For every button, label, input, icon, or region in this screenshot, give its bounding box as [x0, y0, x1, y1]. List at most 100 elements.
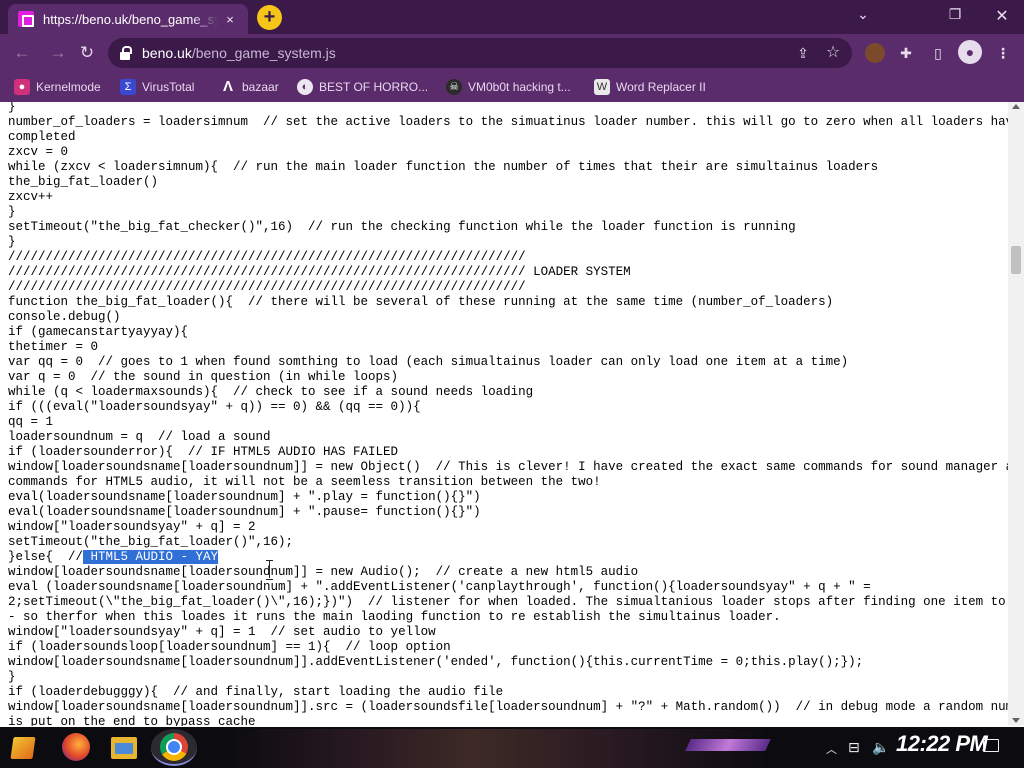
- new-tab-plus-icon[interactable]: +: [257, 5, 282, 30]
- address-bar[interactable]: beno.uk/beno_game_system.js ⇪ ☆: [108, 38, 852, 68]
- code-line[interactable]: is put on the end to bypass cache: [8, 715, 1008, 726]
- url-host: beno.uk: [142, 45, 192, 61]
- code-line[interactable]: var q = 0 // the sound in question (in w…: [8, 370, 1008, 385]
- code-line[interactable]: ////////////////////////////////////////…: [8, 250, 1008, 265]
- code-line[interactable]: window[loadersoundsname[loadersoundnum]]…: [8, 700, 1008, 715]
- page-content[interactable]: } number_of_loaders = loadersimnum // set…: [0, 102, 1008, 726]
- extension-avatar-icon[interactable]: [865, 43, 885, 63]
- bookmark-word-replacer[interactable]: W Word Replacer II: [594, 78, 706, 96]
- code-line[interactable]: var qq = 0 // goes to 1 when found somth…: [8, 355, 1008, 370]
- code-line[interactable]: loadersoundnum = q // load a sound: [8, 430, 1008, 445]
- url-text[interactable]: beno.uk/beno_game_system.js: [142, 45, 336, 61]
- code-line[interactable]: if (gamecanstartyayyay){: [8, 325, 1008, 340]
- vertical-scrollbar[interactable]: [1008, 102, 1024, 726]
- code-line[interactable]: zxcv++: [8, 190, 1008, 205]
- notifications-icon[interactable]: [983, 739, 999, 752]
- code-line[interactable]: while (q < loadermaxsounds){ // check to…: [8, 385, 1008, 400]
- code-line[interactable]: while (zxcv < loadersimnum){ // run the …: [8, 160, 1008, 175]
- code-line[interactable]: eval (loadersoundsname[loadersoundnum] +…: [8, 580, 1008, 595]
- tab-close-icon[interactable]: ×: [222, 12, 238, 27]
- code-line[interactable]: }: [8, 235, 1008, 250]
- code-line[interactable]: function the_big_fat_loader(){ // there …: [8, 295, 1008, 310]
- bookmark-vm0b0t[interactable]: ☠ VM0b0t hacking t...: [446, 78, 571, 96]
- bookmark-label: Word Replacer II: [616, 80, 706, 94]
- code-line[interactable]: qq = 1: [8, 415, 1008, 430]
- bookmark-label: Kernelmode: [36, 80, 101, 94]
- side-panel-icon[interactable]: ▯: [928, 43, 948, 63]
- chrome-icon[interactable]: [160, 733, 188, 761]
- forward-arrow-icon[interactable]: →: [47, 42, 69, 64]
- code-line[interactable]: window[loadersoundsname[loadersoundnum]]…: [8, 655, 1008, 670]
- code-line[interactable]: }: [8, 205, 1008, 220]
- code-line[interactable]: setTimeout("the_big_fat_loader()",16);: [8, 535, 1008, 550]
- code-line[interactable]: eval(loadersoundsname[loadersoundnum] + …: [8, 505, 1008, 520]
- taskbar-clock[interactable]: 12:22 PM: [896, 731, 988, 757]
- profile-avatar-icon[interactable]: ●: [958, 40, 982, 64]
- code-line[interactable]: console.debug(): [8, 310, 1008, 325]
- bookmark-label: VM0b0t hacking t...: [468, 80, 571, 94]
- bookmark-bazaar[interactable]: Λ bazaar: [220, 78, 279, 96]
- bookmark-label: BEST OF HORRO...: [319, 80, 429, 94]
- code-line[interactable]: zxcv = 0: [8, 145, 1008, 160]
- code-line[interactable]: window[loadersoundsname[loadersoundnum]]…: [8, 460, 1008, 475]
- bookmarks-bar: ● Kernelmode Σ VirusTotal Λ bazaar ◐ BES…: [0, 72, 1024, 102]
- code-line[interactable]: }: [8, 102, 1008, 115]
- code-line[interactable]: setTimeout("the_big_fat_checker()",16) /…: [8, 220, 1008, 235]
- site-favicon-icon: [18, 11, 34, 27]
- code-line[interactable]: - so therfor when this loades it runs th…: [8, 610, 1008, 625]
- browser-tab[interactable]: https://beno.uk/beno_game_sy ×: [8, 4, 248, 34]
- firefox-icon[interactable]: [62, 733, 90, 761]
- tab-strip: https://beno.uk/beno_game_sy × + ⌄ ❐ ✕ ▭: [0, 0, 1024, 34]
- lock-icon[interactable]: [120, 46, 132, 60]
- code-line[interactable]: if (loadersounderror){ // IF HTML5 AUDIO…: [8, 445, 1008, 460]
- taskbar-decoration: [685, 739, 771, 751]
- restore-window-icon[interactable]: ❐: [945, 6, 965, 23]
- code-line[interactable]: the_big_fat_loader(): [8, 175, 1008, 190]
- scroll-up-arrow-icon[interactable]: [1012, 104, 1020, 109]
- close-window-icon[interactable]: ✕: [992, 6, 1012, 26]
- code-line[interactable]: commands for HTML5 audio, it will not be…: [8, 475, 1008, 490]
- code-line[interactable]: eval(loadersoundsname[loadersoundnum] + …: [8, 490, 1008, 505]
- code-line[interactable]: window[loadersoundsname[loadersoundnum]]…: [8, 565, 1008, 580]
- text-cursor-ibeam-icon: [266, 560, 273, 580]
- reload-icon[interactable]: ↻: [76, 42, 98, 64]
- browser-toolbar: ← → ↻ beno.uk/beno_game_system.js ⇪ ☆ ✚ …: [0, 34, 1024, 72]
- code-line[interactable]: ////////////////////////////////////////…: [8, 280, 1008, 295]
- taskbar: ︿ ⊟ 🔈 12:22 PM: [0, 727, 1024, 768]
- skull-icon: ☠: [446, 79, 462, 95]
- network-icon[interactable]: ⊟: [848, 739, 860, 756]
- bookmark-virustotal[interactable]: Σ VirusTotal: [120, 78, 194, 96]
- code-line[interactable]: completed: [8, 130, 1008, 145]
- bookmark-star-icon[interactable]: ☆: [824, 44, 842, 62]
- code-line[interactable]: if (loadersoundsloop[loadersoundnum] == …: [8, 640, 1008, 655]
- code-line[interactable]: if (loaderdebugggy){ // and finally, sta…: [8, 685, 1008, 700]
- code-line[interactable]: window["loadersoundsyay" + q] = 2: [8, 520, 1008, 535]
- code-line[interactable]: }: [8, 670, 1008, 685]
- file-explorer-icon[interactable]: [111, 737, 137, 759]
- show-hidden-icons-chevron-icon[interactable]: ︿: [826, 741, 837, 757]
- selected-text[interactable]: HTML5 AUDIO - YAY: [83, 550, 219, 564]
- share-icon[interactable]: ⇪: [794, 44, 812, 62]
- back-arrow-icon[interactable]: ←: [11, 42, 33, 64]
- bookmark-kernelmode[interactable]: ● Kernelmode: [14, 78, 101, 96]
- code-line[interactable]: ////////////////////////////////////////…: [8, 265, 1008, 280]
- bookmark-label: VirusTotal: [142, 80, 195, 94]
- extensions-puzzle-icon[interactable]: ✚: [896, 43, 916, 63]
- source-code[interactable]: } number_of_loaders = loadersimnum // set…: [8, 102, 1008, 726]
- code-line[interactable]: window["loadersoundsyay" + q] = 1 // set…: [8, 625, 1008, 640]
- code-line[interactable]: number_of_loaders = loadersimnum // set …: [8, 115, 1008, 130]
- scrollbar-thumb[interactable]: [1011, 246, 1021, 274]
- horror-site-icon: ◐: [297, 79, 313, 95]
- code-line[interactable]: if (((eval("loadersoundsyay" + q)) == 0)…: [8, 400, 1008, 415]
- tab-search-chevron-icon[interactable]: ⌄: [853, 6, 873, 23]
- kebab-menu-icon[interactable]: ⋮: [993, 43, 1013, 63]
- start-button[interactable]: [10, 733, 38, 761]
- url-path: /beno_game_system.js: [191, 45, 336, 61]
- word-replacer-icon: W: [594, 79, 610, 95]
- code-line[interactable]: }else{ // HTML5 AUDIO - YAY: [8, 550, 1008, 565]
- bookmark-best-of-horror[interactable]: ◐ BEST OF HORRO...: [297, 78, 428, 96]
- code-line[interactable]: thetimer = 0: [8, 340, 1008, 355]
- code-line[interactable]: 2;setTimeout(\"the_big_fat_loader()\",16…: [8, 595, 1008, 610]
- scroll-down-arrow-icon[interactable]: [1012, 718, 1020, 723]
- volume-icon[interactable]: 🔈: [872, 739, 889, 756]
